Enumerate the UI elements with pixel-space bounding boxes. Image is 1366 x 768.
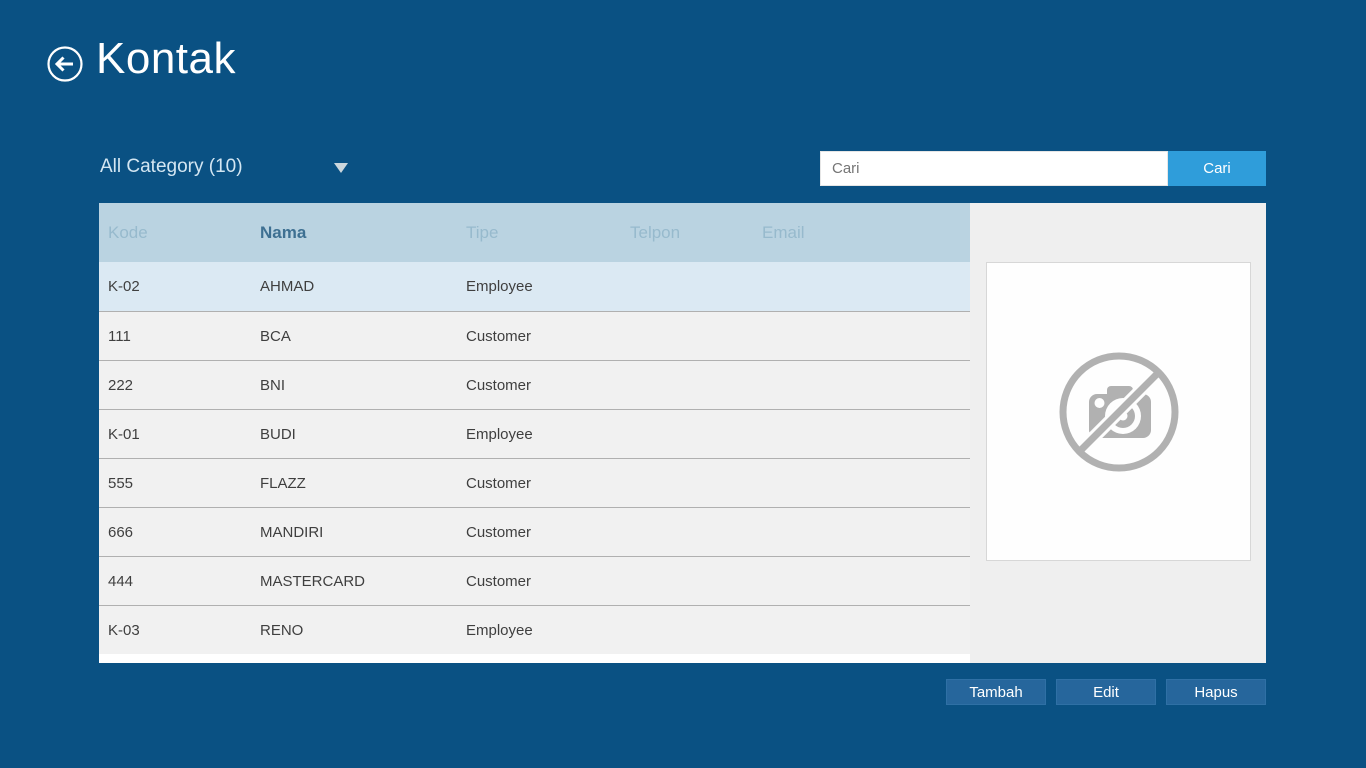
back-button[interactable] — [46, 45, 84, 83]
table-header: KodeNamaTipeTelponEmail — [99, 203, 970, 262]
cell-kode: K-03 — [99, 622, 251, 639]
cell-kode: K-01 — [99, 426, 251, 443]
cell-nama: BUDI — [251, 426, 457, 443]
column-header-telpon[interactable]: Telpon — [621, 223, 753, 243]
table-row[interactable]: K-03 RENO Employee — [99, 605, 970, 654]
table-row[interactable]: 444 MASTERCARD Customer — [99, 556, 970, 605]
hapus-button[interactable]: Hapus — [1166, 679, 1266, 705]
cell-tipe: Customer — [457, 328, 621, 345]
column-header-nama[interactable]: Nama — [251, 223, 457, 243]
cell-kode: 222 — [99, 377, 251, 394]
search-input[interactable] — [820, 151, 1168, 186]
search-button[interactable]: Cari — [1168, 151, 1266, 186]
table-row[interactable]: 555 FLAZZ Customer — [99, 458, 970, 507]
cell-nama: MANDIRI — [251, 524, 457, 541]
table-row[interactable]: K-02 AHMAD Employee — [99, 262, 970, 311]
cell-kode: 444 — [99, 573, 251, 590]
detail-panel — [970, 203, 1266, 663]
cell-nama: FLAZZ — [251, 475, 457, 492]
no-camera-icon — [1057, 350, 1181, 474]
table-row[interactable]: 111 BCA Customer — [99, 311, 970, 360]
tambah-button[interactable]: Tambah — [946, 679, 1046, 705]
cell-nama: MASTERCARD — [251, 573, 457, 590]
app-window: Kontak All Category (10) Cari KodeNamaTi… — [0, 0, 1366, 768]
cell-nama: AHMAD — [251, 278, 457, 295]
back-arrow-icon — [46, 45, 84, 83]
cell-tipe: Customer — [457, 573, 621, 590]
cell-kode: 666 — [99, 524, 251, 541]
edit-button[interactable]: Edit — [1056, 679, 1156, 705]
chevron-down-icon — [334, 163, 348, 173]
category-dropdown-label: All Category (10) — [100, 156, 243, 177]
page-title: Kontak — [96, 34, 236, 84]
photo-placeholder — [986, 262, 1251, 561]
table-body: K-02 AHMAD Employee 111 BCA Customer 222… — [99, 262, 970, 654]
table-row[interactable]: 222 BNI Customer — [99, 360, 970, 409]
cell-tipe: Employee — [457, 278, 621, 295]
cell-nama: BCA — [251, 328, 457, 345]
category-dropdown[interactable]: All Category (10) — [100, 156, 360, 184]
table-row[interactable]: 666 MANDIRI Customer — [99, 507, 970, 556]
table-row[interactable]: K-01 BUDI Employee — [99, 409, 970, 458]
contacts-table: KodeNamaTipeTelponEmail K-02 AHMAD Emplo… — [99, 203, 970, 663]
action-bar: Tambah Edit Hapus — [946, 679, 1266, 705]
cell-tipe: Employee — [457, 426, 621, 443]
cell-nama: RENO — [251, 622, 457, 639]
cell-tipe: Customer — [457, 524, 621, 541]
column-header-tipe[interactable]: Tipe — [457, 223, 621, 243]
column-header-kode[interactable]: Kode — [99, 223, 251, 243]
cell-tipe: Employee — [457, 622, 621, 639]
cell-tipe: Customer — [457, 475, 621, 492]
cell-nama: BNI — [251, 377, 457, 394]
column-header-email[interactable]: Email — [753, 223, 970, 243]
cell-kode: K-02 — [99, 278, 251, 295]
cell-tipe: Customer — [457, 377, 621, 394]
cell-kode: 111 — [99, 328, 251, 345]
cell-kode: 555 — [99, 475, 251, 492]
